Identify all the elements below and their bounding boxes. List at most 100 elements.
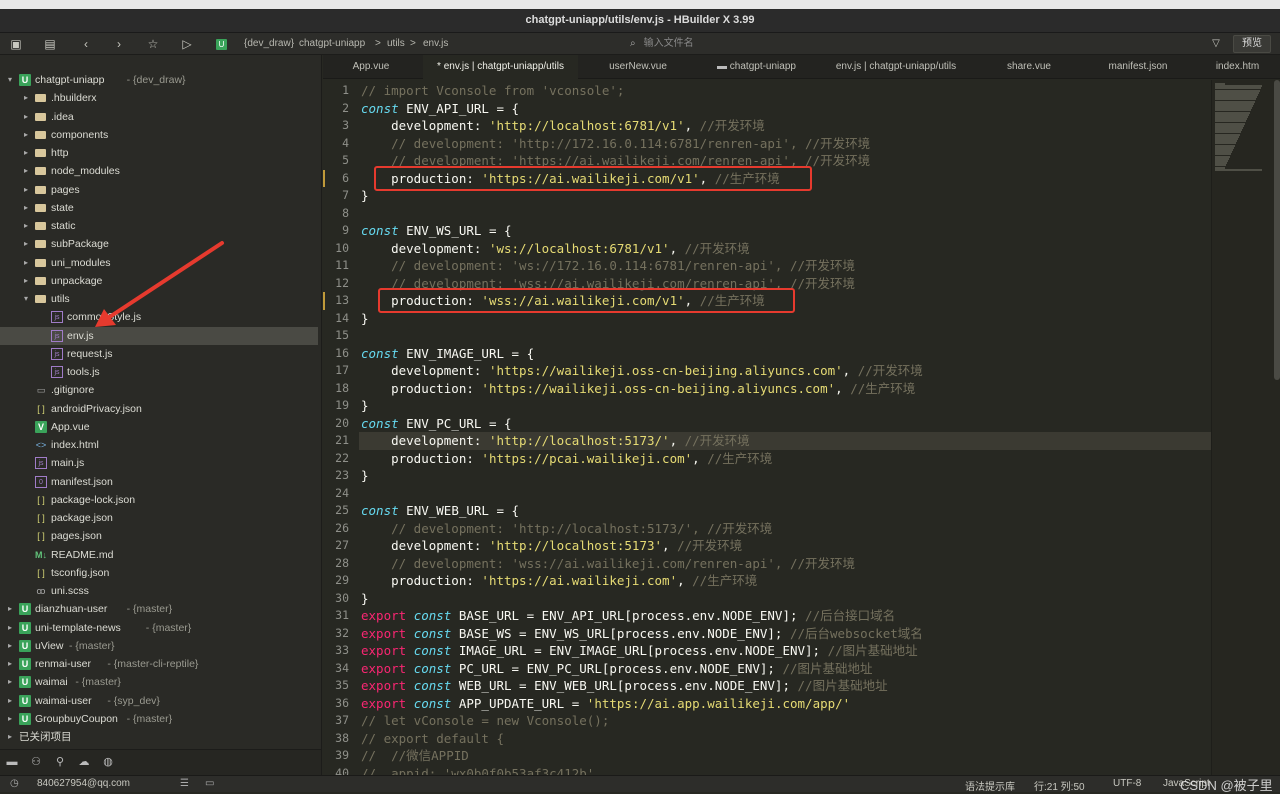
code-line[interactable]: const ENV_API_URL = { <box>361 100 519 118</box>
code-line[interactable]: // development: 'wss://ai.wailikeji.com/… <box>361 555 855 573</box>
code-line[interactable]: // import Vconsole from 'vconsole'; <box>361 82 624 100</box>
tab-0[interactable]: App.vue <box>323 55 419 79</box>
run-icon[interactable]: ▷ <box>179 36 195 52</box>
new-file-icon[interactable]: ▣ <box>8 36 24 52</box>
code-line[interactable]: development: 'ws://localhost:6781/v1', /… <box>361 240 750 258</box>
tree-item-uni-modules[interactable]: ▸ uni_modules <box>0 254 318 272</box>
tree-item-subpackage[interactable]: ▸ subPackage <box>0 235 318 253</box>
folder-icon[interactable]: ▬ <box>4 754 20 770</box>
list-icon[interactable]: ☰ <box>180 778 189 789</box>
tree-item-readme-md[interactable]: M↓ README.md <box>0 546 318 564</box>
chevron-right-icon[interactable]: ▸ <box>21 126 31 144</box>
code-line[interactable]: } <box>361 397 369 415</box>
globe-icon[interactable]: ◍ <box>100 754 116 770</box>
tab-1[interactable]: * env.js | chatgpt-uniapp/utils <box>423 55 578 79</box>
chevron-right-icon[interactable]: ▸ <box>5 637 15 655</box>
tree-item--[interactable]: ▸ 已关闭项目 <box>0 728 318 746</box>
code-line[interactable]: // //微信APPID <box>361 747 469 765</box>
chevron-right-icon[interactable]: ▸ <box>21 199 31 217</box>
chevron-right-icon[interactable]: ▸ <box>21 254 31 272</box>
forward-icon[interactable]: › <box>111 36 127 52</box>
tree-item-uni-template-news[interactable]: ▸ Uuni-template-news - {master} <box>0 619 318 637</box>
code-line[interactable]: // appid: 'wx0b0f0b53af3c412b', <box>361 765 602 776</box>
chevron-down-icon[interactable]: ▾ <box>21 290 31 308</box>
chevron-right-icon[interactable]: ▸ <box>5 655 15 673</box>
tree-item-androidprivacy-json[interactable]: [ ] androidPrivacy.json <box>0 400 318 418</box>
tab-2[interactable]: userNew.vue <box>580 55 696 79</box>
code-line[interactable]: development: 'https://wailikeji.oss-cn-b… <box>361 362 923 380</box>
code-line[interactable]: const ENV_IMAGE_URL = { <box>361 345 534 363</box>
tree-item-groupbuycoupon[interactable]: ▸ U GroupbuyCoupon - {master} <box>0 710 318 728</box>
scrollbar-thumb[interactable] <box>1274 80 1280 380</box>
code-line[interactable]: // development: 'ws://172.16.0.114:6781/… <box>361 257 855 275</box>
code-line[interactable]: const ENV_PC_URL = { <box>361 415 512 433</box>
code-editor[interactable]: 1 2 3 4 5 6 7 8 9 10 11 12 13 14 15 16 17 18 19 20 21 22 23 24 2… <box>323 80 1211 775</box>
chevron-right-icon[interactable]: ▸ <box>21 144 31 162</box>
tree-item-http[interactable]: ▸ http <box>0 144 318 162</box>
tree-item-waimai-user[interactable]: ▸ Uwaimai-user - {syp_dev} <box>0 692 318 710</box>
user-account[interactable]: 840627954@qq.com <box>37 778 130 789</box>
chevron-right-icon[interactable]: ▸ <box>5 673 15 691</box>
breadcrumb-item[interactable]: {dev_draw} <box>244 38 294 49</box>
tree-item-dianzhuan-user[interactable]: ▸ Udianzhuan-user - {master} <box>0 600 318 618</box>
code-line[interactable]: development: 'http://localhost:5173/', /… <box>361 432 750 450</box>
tree-item-uni-scss[interactable]: ꝏ uni.scss <box>0 582 318 600</box>
chevron-right-icon[interactable]: ▸ <box>5 728 15 746</box>
code-line[interactable]: // development: 'http://localhost:5173/'… <box>361 520 772 538</box>
chevron-right-icon[interactable]: ▸ <box>21 89 31 107</box>
tree-item-package-lock-json[interactable]: [ ] package-lock.json <box>0 491 318 509</box>
tree-item-request-js[interactable]: js request.js <box>0 345 318 363</box>
tree-item-app-vue[interactable]: V App.vue <box>0 418 318 436</box>
breadcrumb-item[interactable]: chatgpt-uniapp <box>299 38 365 49</box>
tree-item-node-modules[interactable]: ▸ node_modules <box>0 162 318 180</box>
code-line[interactable]: // export default { <box>361 730 504 748</box>
tree-item-manifest-json[interactable]: 0 manifest.json <box>0 473 318 491</box>
code-line[interactable]: development: 'http://localhost:6781/v1',… <box>361 117 765 135</box>
breadcrumb-item[interactable]: utils <box>387 38 405 49</box>
tab-3[interactable]: ▬ chatgpt-uniapp <box>698 55 815 79</box>
tree-item-tsconfig-json[interactable]: [ ] tsconfig.json <box>0 564 318 582</box>
chevron-right-icon[interactable]: ▸ <box>21 108 31 126</box>
code-line[interactable]: export const WEB_URL = ENV_WEB_URL[proce… <box>361 677 888 695</box>
code-line[interactable]: const ENV_WEB_URL = { <box>361 502 519 520</box>
tab-5[interactable]: share.vue <box>977 55 1081 79</box>
code-line[interactable]: export const PC_URL = ENV_PC_URL[process… <box>361 660 873 678</box>
chevron-right-icon[interactable]: ▸ <box>21 235 31 253</box>
tree-item-renmai-user[interactable]: ▸ Urenmai-user - {master-cli-reptile} <box>0 655 318 673</box>
chevron-right-icon[interactable]: ▸ <box>21 162 31 180</box>
minimap[interactable] <box>1211 80 1280 775</box>
tree-item-tools-js[interactable]: js tools.js <box>0 363 318 381</box>
syntax-hint[interactable]: 语法提示库 <box>965 778 1015 793</box>
code-line[interactable]: } <box>361 310 369 328</box>
code-line[interactable]: production: 'https://pcai.wailikeji.com'… <box>361 450 772 468</box>
code-line[interactable]: // development: 'http://172.16.0.114:678… <box>361 135 870 153</box>
chevron-right-icon[interactable]: ▸ <box>21 181 31 199</box>
tree-item-waimai[interactable]: ▸ Uwaimai - {master} <box>0 673 318 691</box>
star-icon[interactable]: ☆ <box>145 36 161 52</box>
chevron-down-icon[interactable]: ▾ <box>5 71 15 89</box>
encoding[interactable]: UTF-8 <box>1113 778 1141 789</box>
chevron-right-icon[interactable]: ▸ <box>21 217 31 235</box>
file-search-input[interactable]: ⌕ 输入文件名 <box>630 36 1190 52</box>
tree-item-utils[interactable]: ▾ utils <box>0 290 318 308</box>
code-line[interactable]: development: 'http://localhost:5173', //… <box>361 537 742 555</box>
cursor-position[interactable]: 行:21 列:50 <box>1034 778 1085 793</box>
filter-icon[interactable]: ▽ <box>1208 36 1224 52</box>
code-line[interactable]: export const APP_UPDATE_URL = 'https://a… <box>361 695 850 713</box>
tree-item--gitignore[interactable]: ▭ .gitignore <box>0 381 318 399</box>
chevron-right-icon[interactable]: ▸ <box>5 619 15 637</box>
tree-item-state[interactable]: ▸ state <box>0 199 318 217</box>
code-line[interactable]: // let vConsole = new Vconsole(); <box>361 712 609 730</box>
tree-item-components[interactable]: ▸ components <box>0 126 318 144</box>
tree-item-commonstyle-js[interactable]: js commonStyle.js <box>0 308 318 326</box>
back-icon[interactable]: ‹ <box>78 36 94 52</box>
tree-item-pages[interactable]: ▸ pages <box>0 181 318 199</box>
tree-item-pages-json[interactable]: [ ] pages.json <box>0 527 318 545</box>
tree-item--hbuilderx[interactable]: ▸ .hbuilderx <box>0 89 318 107</box>
console-icon[interactable]: ▭ <box>205 778 214 789</box>
tree-item-main-js[interactable]: js main.js <box>0 454 318 472</box>
cloud-icon[interactable]: ☁ <box>76 754 92 770</box>
code-line[interactable]: export const BASE_WS = ENV_WS_URL[proces… <box>361 625 923 643</box>
breadcrumb-item[interactable]: env.js <box>423 38 448 49</box>
preview-button[interactable]: 预览 <box>1233 35 1271 53</box>
